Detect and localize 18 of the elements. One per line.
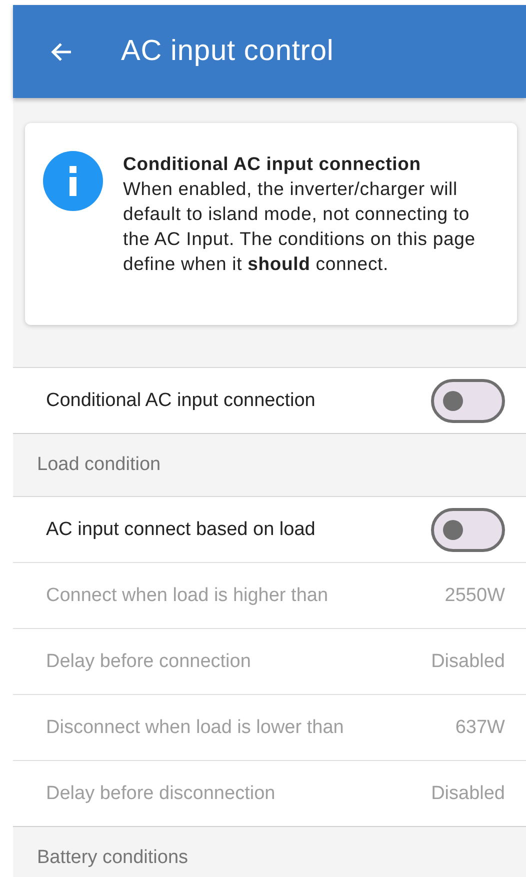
section-header: Battery conditions [37, 847, 188, 869]
info-text: When enabled, the inverter/charger will default to island mode, not connecting to the AC Input. The conditions on this page define when it should connect. [123, 177, 476, 276]
setting-label: Connect when load is higher than [46, 584, 328, 606]
page-title: AC input control [121, 35, 334, 68]
setting-value: Disabled [431, 782, 505, 804]
setting-label: Disconnect when load is lower than [46, 716, 344, 738]
info-title: Conditional AC input connection [123, 152, 422, 176]
setting-label: Delay before disconnection [46, 782, 276, 804]
info-icon [43, 151, 103, 211]
section-header: Load condition [37, 454, 161, 476]
setting-value: Disabled [431, 650, 505, 672]
setting-value: 637W [455, 716, 505, 738]
toggle-switch[interactable] [431, 508, 505, 552]
setting-label: Delay before connection [46, 650, 251, 672]
toggle-switch[interactable] [431, 378, 505, 422]
setting-value: 2550W [444, 584, 505, 606]
setting-label: AC input connect based on load [46, 518, 316, 540]
setting-label: Conditional AC input connection [46, 390, 316, 412]
